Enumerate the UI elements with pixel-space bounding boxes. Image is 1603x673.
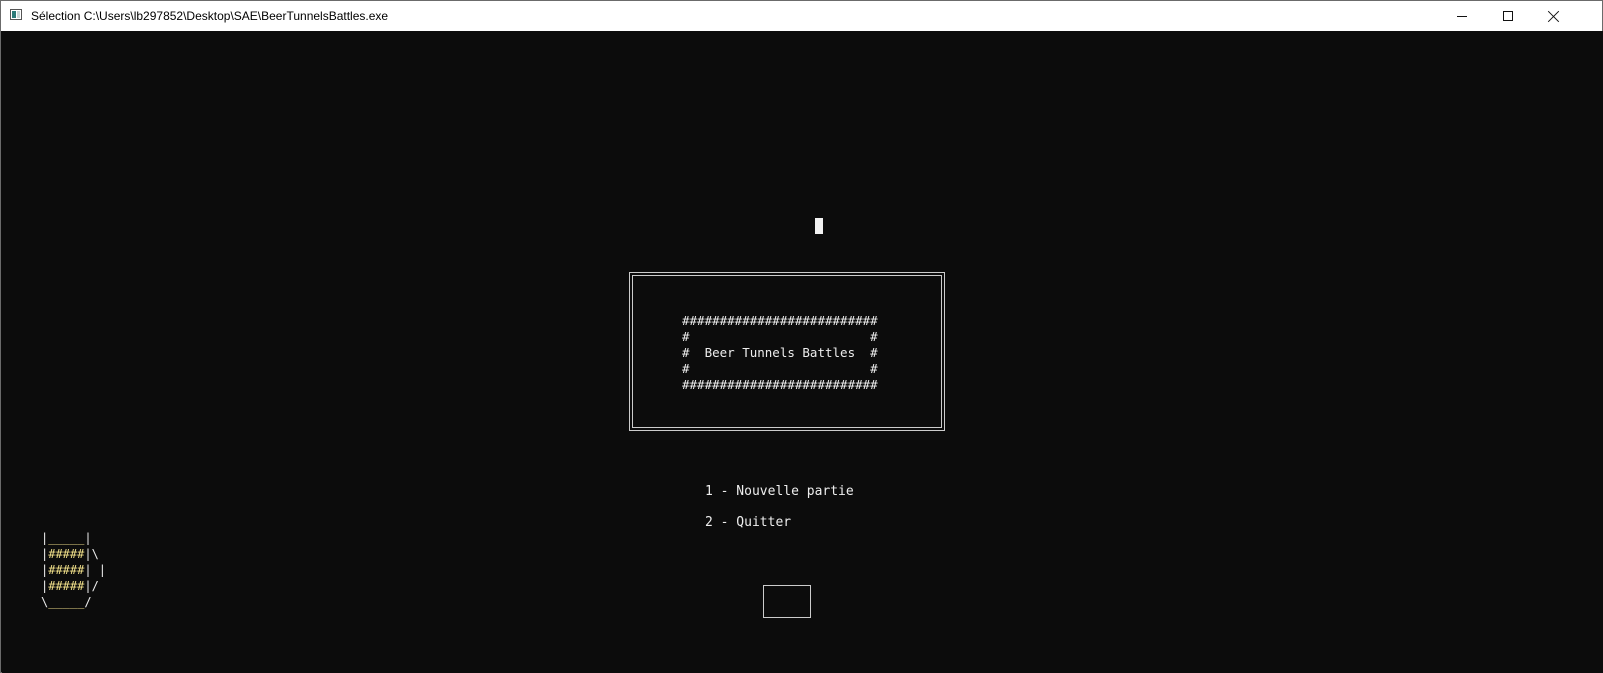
text-cursor — [815, 218, 823, 234]
banner-line: ########################## — [682, 313, 878, 328]
mug-line: |#####|\ — [41, 547, 99, 561]
banner-line: # # — [682, 361, 878, 376]
console-app-icon — [10, 9, 22, 20]
game-title-banner: ########################## # # # Beer Tu… — [682, 313, 878, 393]
maximize-icon — [1503, 11, 1513, 21]
mug-line: |#####|/ — [41, 579, 99, 593]
beer-mug-ascii-art: |_____| |#####|\ |#####| | |#####|/ \___… — [41, 530, 106, 610]
minimize-icon — [1457, 15, 1467, 17]
close-button[interactable] — [1531, 1, 1577, 31]
maximize-button[interactable] — [1485, 1, 1531, 31]
menu-item-new-game[interactable]: 1 - Nouvelle partie — [705, 484, 854, 499]
mug-line: \_____/ — [41, 595, 92, 609]
banner-line: ########################## — [682, 377, 878, 392]
menu-item-quit[interactable]: 2 - Quitter — [705, 515, 791, 530]
minimize-button[interactable] — [1439, 1, 1485, 31]
banner-line: # # — [682, 329, 878, 344]
mug-line: |_____| — [41, 531, 92, 545]
mug-line: |#####| | — [41, 563, 107, 577]
close-icon — [1548, 10, 1560, 22]
window-title: Sélection C:\Users\lb297852\Desktop\SAE\… — [31, 9, 389, 23]
banner-line: # Beer Tunnels Battles # — [682, 345, 878, 360]
choice-input[interactable] — [763, 585, 811, 618]
title-bar[interactable]: Sélection C:\Users\lb297852\Desktop\SAE\… — [1, 1, 1602, 31]
